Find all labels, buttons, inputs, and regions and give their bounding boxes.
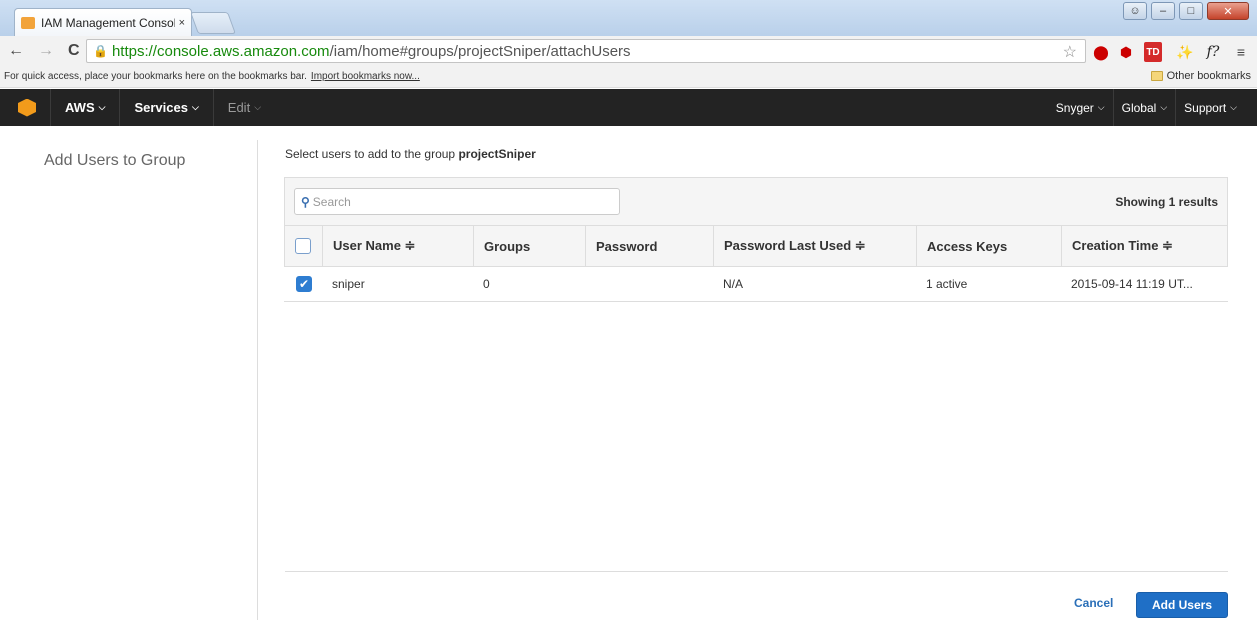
chevron-down-icon: ⌵ <box>254 102 262 112</box>
browser-tabstrip: IAM Management Consol × ☺ – □ ✕ <box>0 0 1257 36</box>
bookmarks-hint: For quick access, place your bookmarks h… <box>4 71 307 82</box>
bookmarks-bar: For quick access, place your bookmarks h… <box>0 66 1257 88</box>
other-bookmarks-label: Other bookmarks <box>1166 70 1251 82</box>
browser-toolbar: ← → C 🔒 https://console.aws.amazon.com /… <box>0 36 1257 66</box>
aws-menu[interactable]: AWS ⌵ <box>51 100 119 115</box>
column-access-keys: Access Keys <box>917 226 1062 266</box>
browser-tab[interactable]: IAM Management Consol × <box>14 8 192 36</box>
address-bar[interactable]: 🔒 https://console.aws.amazon.com /iam/ho… <box>86 39 1086 63</box>
window-controls: ☺ – □ ✕ <box>1123 2 1249 20</box>
region-menu[interactable]: Global ⌵ <box>1114 101 1176 115</box>
other-bookmarks[interactable]: Other bookmarks <box>1150 70 1251 82</box>
region-menu-label: Global <box>1121 100 1157 115</box>
cell-password-last-used: N/A <box>723 277 744 291</box>
services-menu-label: Services <box>134 100 188 115</box>
search-field[interactable]: ⚲ <box>294 188 620 215</box>
chevron-down-icon: ⌵ <box>1160 102 1168 112</box>
edit-menu[interactable]: Edit ⌵ <box>214 100 275 115</box>
tab-close-icon[interactable]: × <box>179 17 185 29</box>
sidebar-title: Add Users to Group <box>44 152 186 169</box>
maximize-icon[interactable]: □ <box>1179 2 1203 20</box>
lock-icon: 🔒 <box>93 44 108 58</box>
back-icon[interactable]: ← <box>8 42 24 60</box>
row-checkbox[interactable]: ✔ <box>296 276 312 292</box>
profile-icon[interactable]: ☺ <box>1123 2 1147 20</box>
folder-icon <box>1150 71 1163 81</box>
import-bookmarks-link[interactable]: Import bookmarks now... <box>311 71 420 82</box>
extension-td-icon[interactable]: TD <box>1144 42 1162 62</box>
cell-access-keys: 1 active <box>926 277 968 291</box>
column-password-last-used[interactable]: Password Last Used ≑ <box>714 226 917 266</box>
navbar-right: Snyger ⌵ Global ⌵ Support ⌵ <box>1048 89 1245 126</box>
services-menu[interactable]: Services ⌵ <box>120 100 212 115</box>
chevron-down-icon: ⌵ <box>1230 102 1237 112</box>
search-icon: ⚲ <box>301 194 310 209</box>
extension-fx-icon[interactable]: f? <box>1202 42 1224 62</box>
instructions: Select users to add to the group project… <box>285 147 536 161</box>
users-table: ⚲ Showing 1 results User Name ≑ Groups P… <box>284 177 1228 302</box>
account-menu-label: Snyger <box>1055 100 1094 115</box>
column-creation-time[interactable]: Creation Time ≑ <box>1062 226 1227 266</box>
search-input[interactable] <box>312 194 603 209</box>
aws-favicon-icon <box>21 16 35 29</box>
url-host: https://console.aws.amazon.com <box>111 42 330 60</box>
chevron-down-icon: ⌵ <box>191 102 199 112</box>
bookmark-star-icon[interactable]: ☆ <box>1063 42 1077 62</box>
select-all-checkbox[interactable] <box>295 238 311 254</box>
group-name: projectSniper <box>458 147 536 161</box>
chevron-down-icon: ⌵ <box>1097 102 1105 112</box>
edit-menu-label: Edit <box>227 100 251 115</box>
results-count: Showing 1 results <box>1115 195 1218 209</box>
window-close-icon[interactable]: ✕ <box>1207 2 1249 20</box>
aws-menu-label: AWS <box>65 100 95 115</box>
vertical-divider <box>257 140 258 620</box>
cell-password <box>585 267 713 301</box>
aws-cube-icon[interactable] <box>18 98 36 117</box>
reload-icon[interactable]: C <box>68 42 80 60</box>
url-path: /iam/home#groups/projectSniper/attachUse… <box>329 42 631 60</box>
new-tab-button[interactable] <box>189 12 237 34</box>
extension-abp-icon[interactable]: ⬢ <box>1116 42 1136 62</box>
extension-wand-icon[interactable]: ✨ <box>1176 42 1194 62</box>
column-password: Password <box>586 226 714 266</box>
tab-title: IAM Management Consol <box>41 15 175 30</box>
add-users-button[interactable]: Add Users <box>1136 592 1228 618</box>
account-menu[interactable]: Snyger ⌵ <box>1048 101 1113 115</box>
cell-creation-time: 2015-09-14 11:19 UT... <box>1071 277 1193 291</box>
aws-navbar: AWS ⌵ Services ⌵ Edit ⌵ Snyger ⌵ Global … <box>0 89 1257 126</box>
cancel-button[interactable]: Cancel <box>1074 596 1113 610</box>
table-header: User Name ≑ Groups Password Password Las… <box>284 226 1228 267</box>
table-filter-bar: ⚲ Showing 1 results <box>284 177 1228 226</box>
cell-user-name: sniper <box>332 277 365 291</box>
select-all-cell <box>285 226 323 266</box>
cell-groups: 0 <box>483 277 490 291</box>
column-user-name[interactable]: User Name ≑ <box>323 226 474 266</box>
support-menu[interactable]: Support ⌵ <box>1176 101 1245 115</box>
browser-menu-icon[interactable]: ≡ <box>1232 42 1250 62</box>
row-select-cell: ✔ <box>284 267 322 301</box>
support-menu-label: Support <box>1184 100 1227 115</box>
extension-opera-icon[interactable]: ⬤ <box>1092 42 1110 62</box>
forward-icon[interactable]: → <box>38 42 54 60</box>
table-row[interactable]: ✔ sniper 0 N/A 1 active 2015-09-14 11:19… <box>284 267 1228 302</box>
instructions-prefix: Select users to add to the group <box>285 147 456 161</box>
chevron-down-icon: ⌵ <box>98 102 106 112</box>
footer-divider <box>285 571 1228 572</box>
column-groups: Groups <box>474 226 586 266</box>
minimize-icon[interactable]: – <box>1151 2 1175 20</box>
